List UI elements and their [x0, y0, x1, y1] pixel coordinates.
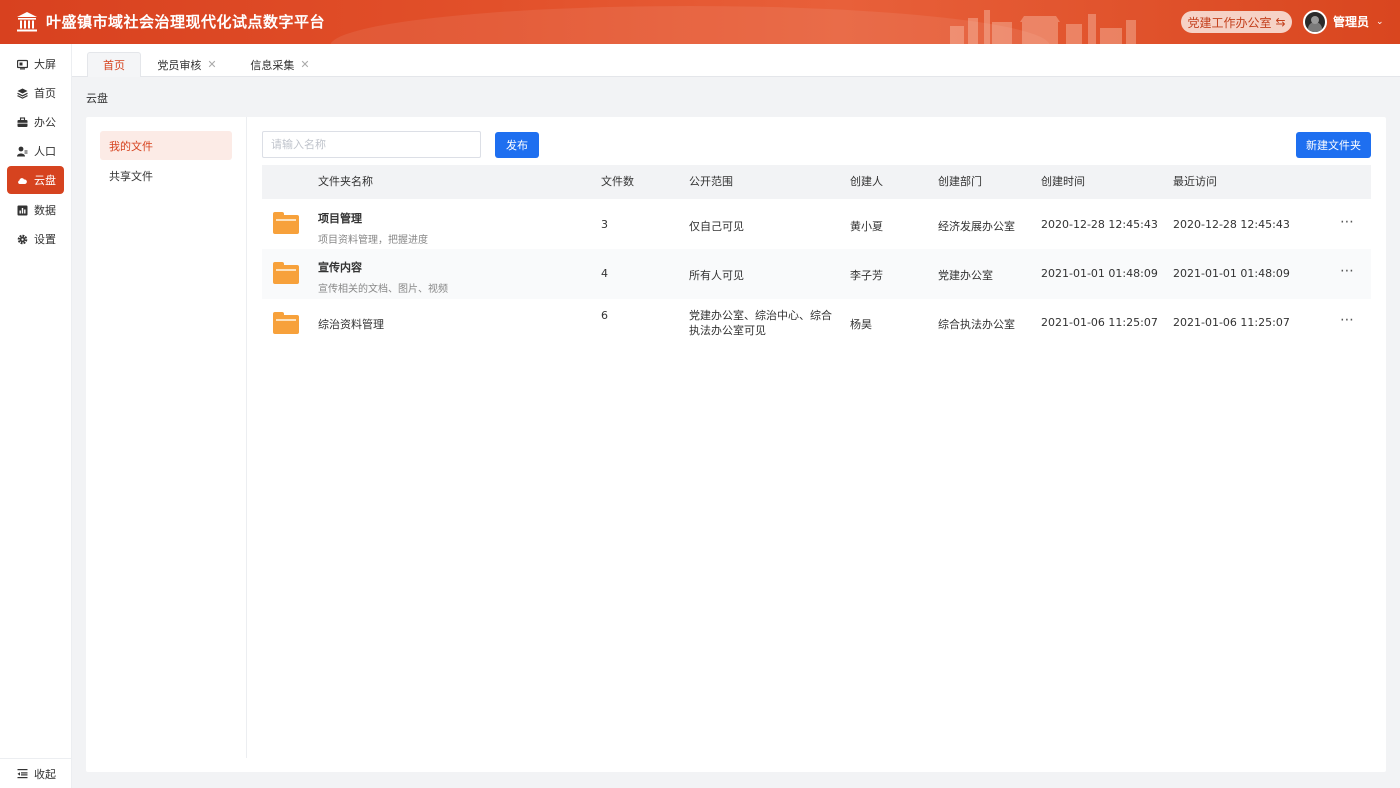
chart-icon: [17, 205, 28, 215]
breadcrumb: 云盘: [86, 92, 108, 105]
last-visited-time: 2021-01-01 01:48:09: [1173, 267, 1290, 280]
folder-name-cell: 宣传内容 宣传相关的文档、图片、视频: [318, 259, 448, 295]
sidebar-item-label: 人口: [34, 145, 56, 158]
sidebar-item-data[interactable]: 数据: [7, 196, 64, 224]
folder-description: 项目资料管理，把握进度: [318, 235, 428, 246]
people-icon: [17, 146, 28, 156]
folder-icon: [273, 262, 299, 284]
government-building-icon: [17, 12, 37, 32]
sidebar-item-label: 大屏: [34, 58, 56, 71]
column-header: 文件数: [601, 175, 634, 188]
search-input[interactable]: [262, 131, 481, 158]
folder-description: 宣传相关的文档、图片、视频: [318, 284, 448, 295]
tab-member-review[interactable]: 党员审核 ✕: [152, 52, 222, 77]
shared-files-tab[interactable]: 共享文件: [100, 161, 232, 190]
folder-name[interactable]: 综治资料管理: [318, 316, 384, 332]
top-header: 叶盛镇市域社会治理现代化试点数字平台 党建工作办公室 ⇆ 管理员 ⌄: [0, 0, 1400, 44]
tab-home[interactable]: 首页: [87, 52, 141, 77]
column-header: 文件夹名称: [318, 175, 373, 188]
column-header: 创建人: [850, 175, 883, 188]
last-visited-time: 2020-12-28 12:45:43: [1173, 218, 1290, 231]
briefcase-icon: [17, 116, 28, 127]
chevron-down-icon[interactable]: ⌄: [1376, 0, 1384, 44]
visibility-scope: 党建办公室、综治中心、综合执法办公室可见: [689, 309, 832, 337]
sidebar-item-settings[interactable]: 设置: [7, 225, 64, 253]
visibility-scope: 所有人可见: [689, 269, 744, 282]
table-row[interactable]: 综治资料管理 6 党建办公室、综治中心、综合执法办公室可见 杨昊 综合执法办公室…: [262, 299, 1371, 349]
collapse-button[interactable]: 收起: [0, 758, 72, 788]
visibility-scope: 仅自己可见: [689, 220, 744, 233]
folder-name[interactable]: 项目管理: [318, 210, 428, 226]
folder-name[interactable]: 宣传内容: [318, 259, 448, 275]
more-actions-icon[interactable]: ⋯: [1340, 263, 1355, 279]
sidebar-item-screen[interactable]: 大屏: [7, 50, 64, 78]
sidebar-item-label: 办公: [34, 116, 56, 129]
created-time: 2021-01-06 11:25:07: [1041, 316, 1158, 329]
city-skyline-decoration: [950, 10, 1136, 44]
gear-icon: [17, 234, 28, 244]
close-icon[interactable]: ✕: [300, 58, 309, 71]
file-count: 4: [601, 267, 608, 280]
my-files-tab[interactable]: 我的文件: [100, 131, 232, 160]
table-header: 文件夹名称 文件数 公开范围 创建人 创建部门 创建时间 最近访问: [262, 165, 1371, 199]
creator: 李子芳: [850, 269, 883, 282]
tab-label: 党员审核: [157, 58, 202, 72]
sidebar-item-office[interactable]: 办公: [7, 108, 64, 136]
swap-icon: ⇆: [1275, 15, 1286, 29]
column-header: 公开范围: [689, 175, 733, 188]
sidebar: 大屏 首页 办公 人口 云盘 数据 设置 收起: [0, 44, 72, 788]
table-row[interactable]: 宣传内容 宣传相关的文档、图片、视频 4 所有人可见 李子芳 党建办公室 202…: [262, 249, 1371, 299]
department: 党建办公室: [938, 269, 993, 282]
last-visited-time: 2021-01-06 11:25:07: [1173, 316, 1290, 329]
app-title: 叶盛镇市域社会治理现代化试点数字平台: [46, 13, 326, 31]
sidebar-item-cloud[interactable]: 云盘: [7, 166, 64, 194]
layers-icon: [17, 88, 28, 99]
folder-name-cell: 综治资料管理: [318, 316, 384, 332]
more-actions-icon[interactable]: ⋯: [1340, 214, 1355, 230]
sidebar-item-home[interactable]: 首页: [7, 79, 64, 107]
tab-label: 信息采集: [250, 58, 295, 72]
screen-icon: [17, 59, 28, 69]
collapse-label: 收起: [34, 767, 56, 781]
folder-name-cell: 项目管理 项目资料管理，把握进度: [318, 210, 428, 246]
file-category-list: 我的文件 共享文件: [86, 117, 247, 758]
office-label: 党建工作办公室: [1187, 15, 1272, 30]
user-name[interactable]: 管理员: [1333, 0, 1369, 44]
created-time: 2021-01-01 01:48:09: [1041, 267, 1158, 280]
sidebar-item-label: 首页: [34, 87, 56, 100]
file-count: 3: [601, 218, 608, 231]
tab-info-collection[interactable]: 信息采集 ✕: [245, 52, 315, 77]
cloud-icon: [18, 177, 27, 184]
created-time: 2020-12-28 12:45:43: [1041, 218, 1158, 231]
folder-icon: [273, 212, 299, 234]
cloud-disk-panel: 我的文件 共享文件 发布 新建文件夹 文件夹名称 文件数 公开范围 创建人 创建…: [86, 117, 1386, 772]
column-header: 创建时间: [1041, 175, 1085, 188]
publish-button[interactable]: 发布: [495, 132, 539, 158]
tab-label: 首页: [103, 59, 125, 72]
avatar[interactable]: [1303, 10, 1327, 34]
file-count: 6: [601, 309, 608, 322]
column-header: 最近访问: [1173, 175, 1217, 188]
department: 经济发展办公室: [938, 220, 1015, 233]
sidebar-item-label: 云盘: [34, 174, 56, 187]
department: 综合执法办公室: [938, 318, 1015, 331]
collapse-menu-icon: [17, 769, 28, 779]
table-row[interactable]: 项目管理 项目资料管理，把握进度 3 仅自己可见 黄小夏 经济发展办公室 202…: [262, 199, 1371, 249]
column-header: 创建部门: [938, 175, 982, 188]
creator: 黄小夏: [850, 220, 883, 233]
new-folder-button[interactable]: 新建文件夹: [1296, 132, 1371, 158]
creator: 杨昊: [850, 318, 872, 331]
more-actions-icon[interactable]: ⋯: [1340, 312, 1355, 328]
sidebar-item-label: 设置: [34, 233, 56, 246]
folder-icon: [273, 312, 299, 334]
close-icon[interactable]: ✕: [207, 58, 216, 71]
office-switch-button[interactable]: 党建工作办公室 ⇆: [1181, 11, 1292, 33]
page-tabs: 首页 党员审核 ✕ 信息采集 ✕: [72, 44, 1400, 77]
sidebar-item-population[interactable]: 人口: [7, 137, 64, 165]
sidebar-item-label: 数据: [34, 204, 56, 217]
